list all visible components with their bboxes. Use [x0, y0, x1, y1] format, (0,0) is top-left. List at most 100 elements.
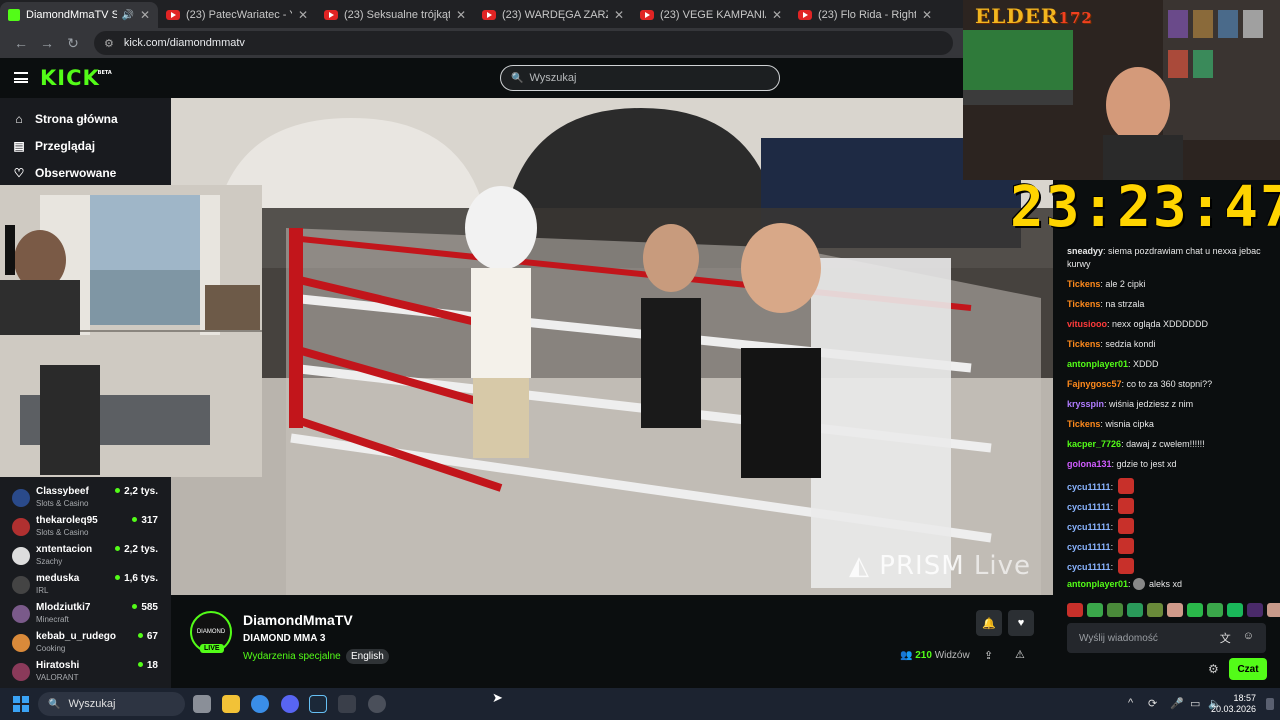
channel-name: meduska: [36, 573, 80, 584]
close-tab-icon[interactable]: ✕: [140, 8, 150, 22]
steam-icon[interactable]: [309, 695, 327, 713]
channel-viewers: 2,2 tys.: [115, 544, 158, 555]
chrome-icon[interactable]: [251, 695, 269, 713]
channel-item[interactable]: Classybeef Slots & Casino 2,2 tys.: [10, 485, 162, 513]
chat-username[interactable]: krysspin: [1067, 399, 1104, 409]
network-icon[interactable]: ▭: [1190, 697, 1200, 710]
chat-username[interactable]: cycu11111: [1067, 482, 1111, 492]
chat-username[interactable]: cycu11111: [1067, 562, 1111, 572]
tray-overflow-icon[interactable]: ^: [1128, 697, 1133, 709]
chat-username[interactable]: Fajnygosc57: [1067, 379, 1122, 389]
file-explorer-icon[interactable]: [222, 695, 240, 713]
task-view-icon[interactable]: [193, 695, 211, 713]
close-tab-icon[interactable]: ✕: [614, 8, 624, 22]
url-field[interactable]: ⚙ kick.com/diamondmmatv: [94, 31, 953, 55]
notification-bell-button[interactable]: 🔔: [976, 610, 1002, 636]
app-icon[interactable]: [338, 695, 356, 713]
chat-input[interactable]: Wyślij wiadomość 文 ☺: [1067, 623, 1266, 653]
chat-username[interactable]: cycu11111: [1067, 522, 1111, 532]
channel-item[interactable]: Mlodziutki7 Minecraft 585: [10, 601, 162, 629]
share-icon[interactable]: ⇪: [984, 649, 993, 662]
nav-label: Obserwowane: [35, 166, 117, 180]
channel-item[interactable]: xntentacion Szachy 2,2 tys.: [10, 543, 162, 571]
chat-username[interactable]: antonplayer01: [1067, 359, 1128, 369]
site-info-icon[interactable]: ⚙: [104, 37, 114, 50]
chat-username[interactable]: golona131: [1067, 459, 1112, 469]
chat-username[interactable]: cycu11111: [1067, 502, 1111, 512]
chat-username[interactable]: antonplayer01: [1067, 579, 1128, 589]
chat-username[interactable]: vitusiooo: [1067, 319, 1107, 329]
channel-item[interactable]: meduska IRL 1,6 tys.: [10, 572, 162, 600]
sidebar-item-following[interactable]: ♡ Obserwowane: [12, 166, 117, 180]
tab-kick[interactable]: DiamondMmaTV Stream - 🔊 ✕: [0, 2, 158, 28]
emoji-icon[interactable]: ☺: [1243, 630, 1254, 646]
tab-youtube-4[interactable]: (23) VEGE KAMPANIA CIŚNIENI ✕: [632, 2, 790, 28]
chat-username[interactable]: cycu11111: [1067, 542, 1111, 552]
follow-button[interactable]: ♥: [1008, 610, 1034, 636]
chat-username[interactable]: Tickens: [1067, 299, 1100, 309]
channel-item[interactable]: thekaroleq95 Slots & Casino 317: [10, 514, 162, 542]
chat-username[interactable]: Tickens: [1067, 279, 1100, 289]
chat-username[interactable]: Tickens: [1067, 339, 1100, 349]
live-badge: LIVE: [200, 644, 224, 653]
forward-icon[interactable]: →: [36, 32, 58, 54]
emote-icon[interactable]: [1087, 603, 1103, 617]
translate-icon[interactable]: 文: [1220, 630, 1231, 646]
chat-settings-icon[interactable]: ⚙: [1208, 662, 1219, 676]
tab-youtube-2[interactable]: (23) Seksualne trójkąty i krwaw ✕: [316, 2, 474, 28]
language-tag[interactable]: English: [346, 649, 389, 664]
chat-username[interactable]: Tickens: [1067, 419, 1100, 429]
stream-category[interactable]: Wydarzenia specjalne: [243, 651, 341, 662]
emote-icon[interactable]: [1127, 603, 1143, 617]
chat-username[interactable]: kacper_7726: [1067, 439, 1121, 449]
emote-icon[interactable]: [1147, 603, 1163, 617]
report-icon[interactable]: ⚠: [1015, 648, 1025, 661]
tab-title: (23) Flo Rida - Right Round (fea: [818, 9, 916, 21]
channel-viewers: 67: [138, 631, 158, 642]
channel-item[interactable]: Hiratoshi VALORANT 18: [10, 659, 162, 687]
back-icon[interactable]: ←: [10, 32, 32, 54]
stream-clock-overlay: 23:23:47: [1010, 175, 1280, 240]
sidebar-item-home[interactable]: ⌂ Strona główna: [12, 112, 117, 126]
emote-icon[interactable]: [1267, 603, 1280, 617]
video-player[interactable]: ◭ PRISM Live: [171, 98, 1053, 595]
search-input[interactable]: 🔍 Wyszukaj: [500, 65, 780, 91]
windows-start-icon[interactable]: [13, 696, 29, 712]
channel-item[interactable]: kebab_u_rudego Cooking 67: [10, 630, 162, 658]
close-tab-icon[interactable]: ✕: [456, 8, 466, 22]
channel-name[interactable]: DiamondMmaTV: [243, 612, 353, 628]
sidebar-item-browse[interactable]: ▤ Przeglądaj: [12, 139, 95, 153]
close-tab-icon[interactable]: ✕: [772, 8, 782, 22]
emote-icon[interactable]: [1247, 603, 1263, 617]
close-tab-icon[interactable]: ✕: [298, 8, 308, 22]
emote-icon[interactable]: [1107, 603, 1123, 617]
speaker-icon[interactable]: 🔊: [121, 10, 133, 21]
emote-icon[interactable]: [1187, 603, 1203, 617]
avatar: [1133, 578, 1146, 590]
close-tab-icon[interactable]: ✕: [922, 8, 932, 22]
tab-youtube-5[interactable]: (23) Flo Rida - Right Round (fea ✕: [790, 2, 940, 28]
taskbar-search[interactable]: 🔍 Wyszukaj: [38, 692, 185, 716]
menu-icon[interactable]: [14, 72, 28, 83]
tab-youtube-1[interactable]: (23) PatecWariatec - YouTube ✕: [158, 2, 316, 28]
chat-message: Tickens: wisnia cipka: [1067, 418, 1272, 431]
chat-username[interactable]: sneadyy: [1067, 246, 1103, 256]
kick-logo[interactable]: KICK BETA: [40, 66, 112, 90]
chat-send-button[interactable]: Czat: [1229, 658, 1267, 680]
update-icon[interactable]: ⟳: [1148, 697, 1157, 710]
taskbar-clock[interactable]: 18:57 20.03.2026: [1211, 693, 1256, 715]
emote-icon[interactable]: [1207, 603, 1223, 617]
emote-icon[interactable]: [1167, 603, 1183, 617]
emote-icon[interactable]: [1227, 603, 1243, 617]
reload-icon[interactable]: ↻: [62, 32, 84, 54]
search-placeholder: Wyszukaj: [529, 72, 577, 84]
youtube-icon: [324, 10, 338, 20]
microphone-icon[interactable]: 🎤: [1170, 697, 1184, 710]
discord-icon[interactable]: [281, 695, 299, 713]
emote-icon[interactable]: [1067, 603, 1083, 617]
notification-icon[interactable]: [1266, 698, 1274, 710]
site-header: KICK BETA 🔍 Wyszukaj: [0, 58, 963, 98]
avatar: [12, 634, 30, 652]
obs-icon[interactable]: [368, 695, 386, 713]
tab-youtube-3[interactable]: (23) WARDĘGA ZARZUCA SZAL ✕: [474, 2, 632, 28]
